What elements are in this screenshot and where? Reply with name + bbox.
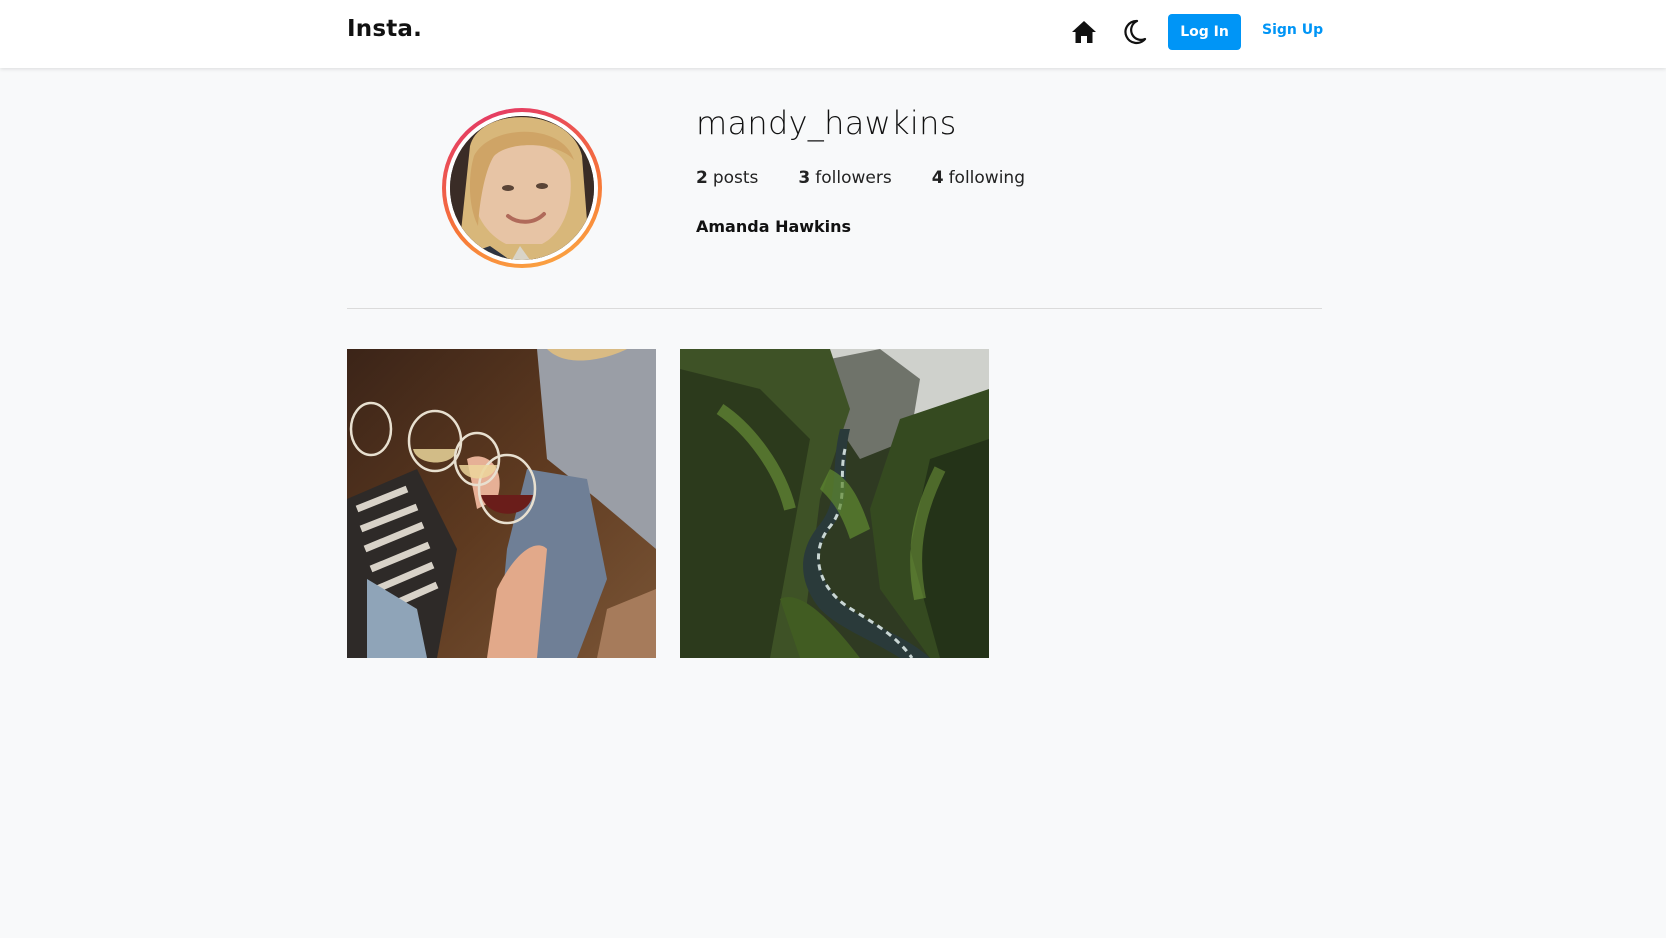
post-thumbnail[interactable]: [680, 349, 989, 658]
section-divider: [347, 308, 1322, 309]
posts-count-label: posts: [712, 168, 759, 188]
profile-stats: 2 posts 3 followers 4 following: [696, 168, 1065, 188]
signup-link[interactable]: Sign Up: [1262, 22, 1323, 38]
following-count-value: 4: [931, 168, 944, 188]
posts-count-value: 2: [696, 168, 708, 188]
moon-icon[interactable]: [1121, 18, 1149, 46]
app-logo[interactable]: Insta.: [347, 16, 422, 42]
post-thumbnail[interactable]: [347, 349, 656, 658]
following-count[interactable]: 4 following: [932, 168, 1025, 188]
profile-username: mandy_hawkins: [696, 104, 957, 142]
login-button[interactable]: Log In: [1168, 14, 1241, 50]
posts-count: 2 posts: [696, 168, 758, 188]
followers-count[interactable]: 3 followers: [798, 168, 891, 188]
followers-count-label: followers: [815, 168, 892, 188]
avatar-border: [446, 112, 598, 264]
top-navbar: Insta. Log In Sign Up: [0, 0, 1666, 68]
following-count-label: following: [948, 168, 1025, 188]
followers-count-value: 3: [798, 168, 811, 188]
avatar-photo: [450, 116, 594, 260]
avatar: [442, 108, 602, 268]
home-icon[interactable]: [1070, 18, 1098, 46]
profile-full-name: Amanda Hawkins: [696, 217, 852, 236]
